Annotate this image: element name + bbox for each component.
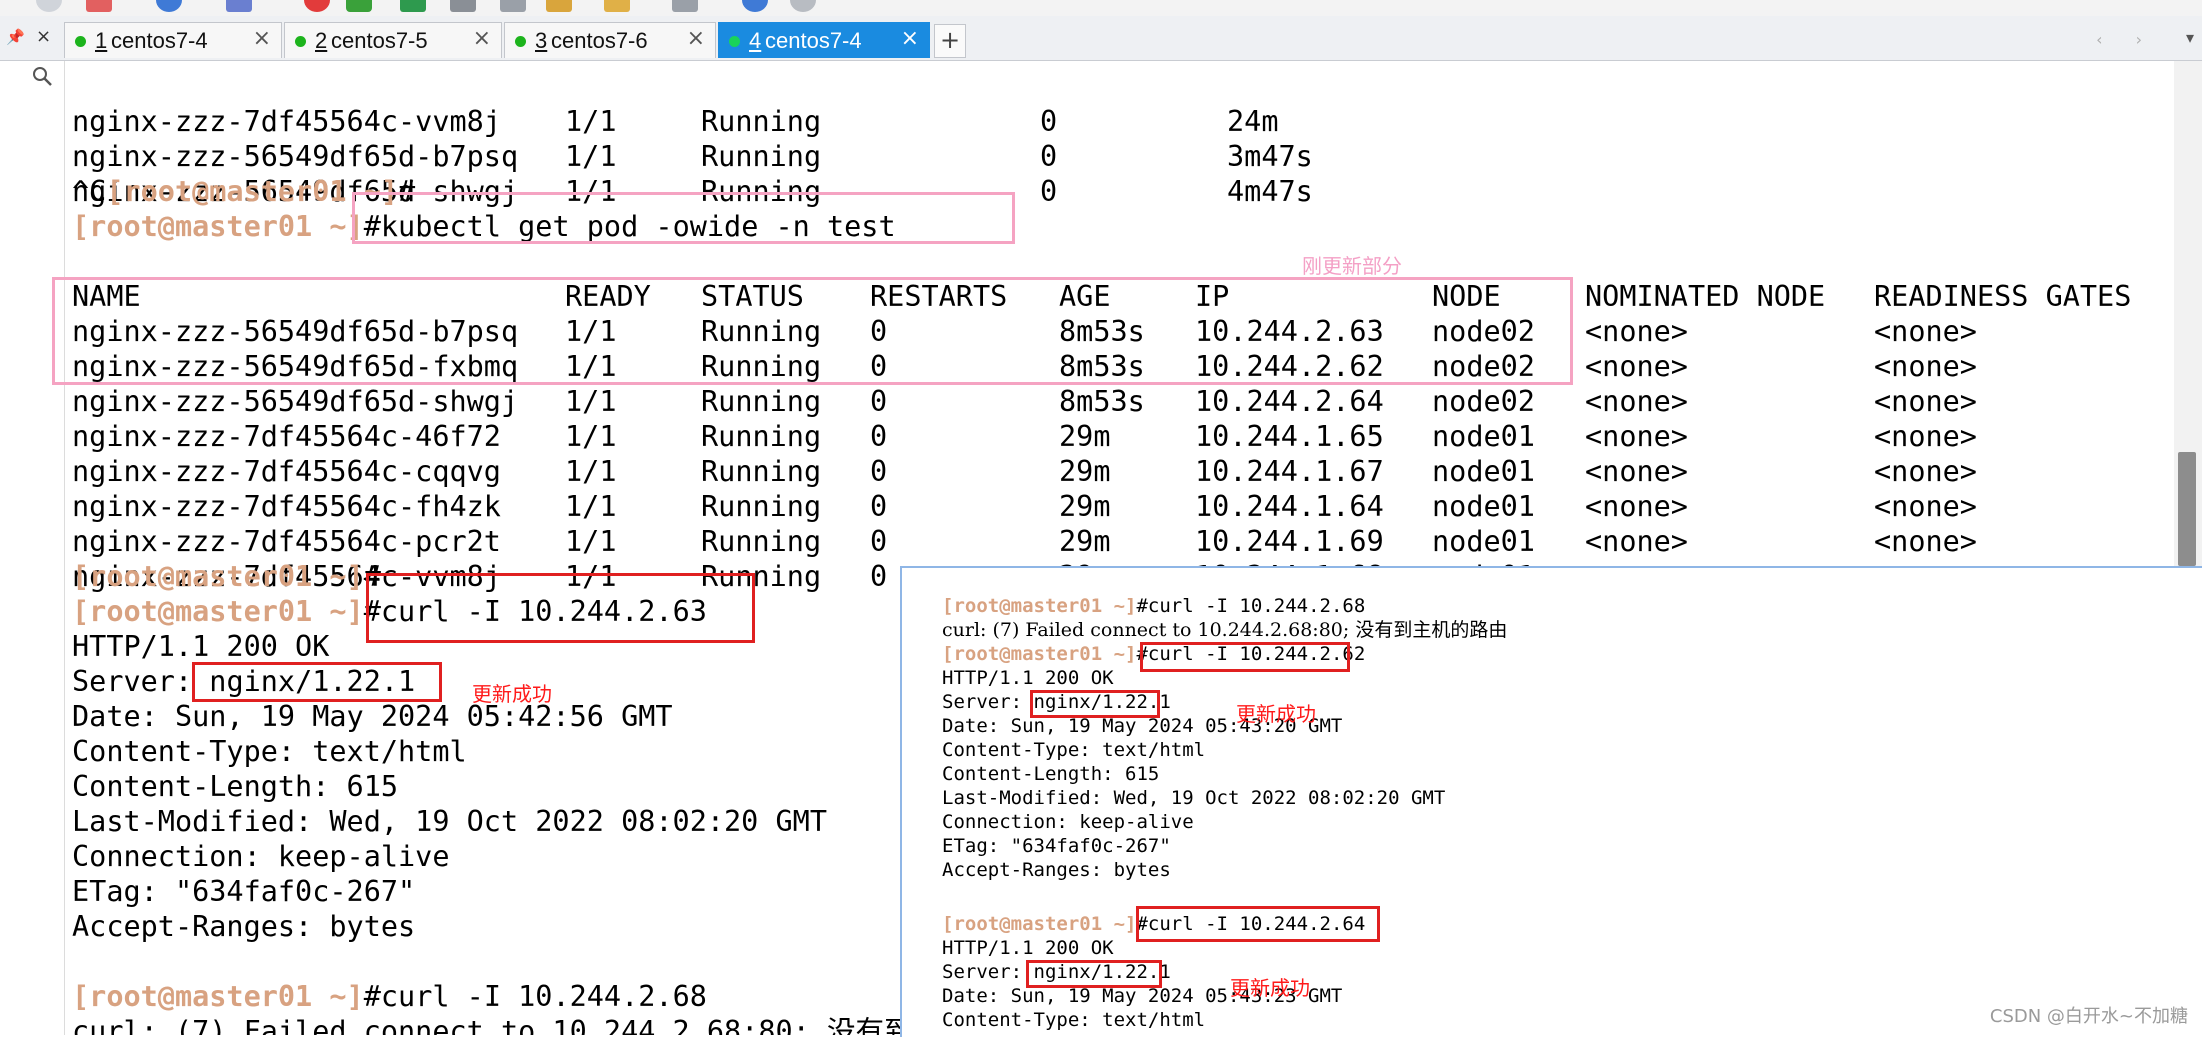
terminal-line: Connection: keep-alive: [72, 840, 450, 873]
highlight-get-command: [352, 192, 1015, 244]
tab-label: centos7-4: [765, 28, 862, 53]
update-success-note: 更新成功: [1236, 702, 1316, 726]
script-icon[interactable]: [604, 0, 630, 12]
keyboard-icon[interactable]: [500, 0, 526, 12]
tab-number: 3: [535, 28, 548, 53]
update-success-note: 更新成功: [472, 682, 552, 706]
terminal-line: [root@master01 ~]#curl -I 10.244.2.68: [72, 980, 707, 1013]
add-tab-button[interactable]: +: [934, 24, 966, 58]
terminal-line: Last-Modified: Wed, 19 Oct 2022 08:02:20…: [942, 787, 1446, 809]
highlight-curl63: [366, 573, 755, 643]
terminal-line: curl: (7) Failed connect to 10.244.2.68:…: [72, 1015, 913, 1035]
terminal-line: Content-Type: text/html: [942, 739, 1206, 761]
watermark: CSDN @白开水~不加糖: [1989, 1006, 2188, 1027]
terminal-line: Content-Length: 615: [72, 770, 399, 803]
terminal-line: HTTP/1.1 200 OK: [72, 630, 330, 663]
close-icon[interactable]: ×: [253, 26, 271, 51]
globe-icon[interactable]: [156, 0, 182, 12]
table-row: nginx-zzz-7df45564c-cqqvg 1/1 Running 0 29m 1…: [72, 455, 1977, 488]
close-icon[interactable]: ×: [687, 26, 705, 51]
status-dot-icon: [515, 36, 526, 47]
terminal-line: Content-Type: text/html: [942, 1009, 1206, 1031]
terminal-line: Content-Type: text/html: [72, 735, 467, 768]
table-row: nginx-zzz-7df45564c-46f72 1/1 Running 0 29m 1…: [72, 420, 1977, 453]
lock-icon[interactable]: [450, 0, 476, 12]
terminal-line: [root@master01 ~]#curl -I 10.244.2.68: [942, 595, 1366, 617]
terminal-line: Content-Length: 615: [942, 763, 1160, 785]
search-icon[interactable]: [32, 66, 52, 86]
terminal-line: curl: (7) Failed connect to 10.244.2.68:…: [942, 619, 1508, 641]
pin-icon[interactable]: 📌: [6, 28, 25, 46]
terminal-line: Accept-Ranges: bytes: [942, 859, 1171, 881]
compose-icon[interactable]: [546, 0, 572, 12]
tab-label: centos7-6: [551, 28, 648, 53]
close-icon[interactable]: ×: [901, 26, 919, 51]
terminal-line: nginx-zzz-7df45564c-vvm8j 1/1 Running 0 24m: [72, 105, 1279, 138]
terminal-line: nginx-zzz-56549df65d-b7psq 1/1 Running 0 3m4…: [72, 140, 1313, 173]
close-sidebar-icon[interactable]: ×: [36, 26, 51, 47]
highlight-curl64: [1136, 906, 1380, 942]
highlight-curl62: [1140, 642, 1350, 672]
tab-number: 2: [315, 28, 328, 53]
close-icon[interactable]: ×: [473, 26, 491, 51]
terminal-line: HTTP/1.1 200 OK: [942, 667, 1114, 689]
terminal-line: Accept-Ranges: bytes: [72, 910, 416, 943]
record-icon[interactable]: [304, 0, 330, 12]
table-header: NAME READY STATUS RESTARTS AGE IP NODE NOMINATE…: [72, 280, 2132, 313]
terminal-line: HTTP/1.1 200 OK: [942, 937, 1114, 959]
terminal-line: ETag: "634faf0c-267": [72, 875, 416, 908]
tab-scroll-arrows[interactable]: ‹ ›: [2096, 30, 2156, 49]
session-sidebar: [0, 61, 65, 1035]
highlight-updated-pods: [52, 277, 1573, 385]
terminal-line: nginx-zzz-56549df65d-shwgj 1/1 Running 0 4m4…: [72, 175, 1313, 208]
terminal-line: ETag: "634faf0c-267": [942, 835, 1171, 857]
terminal-line: Connection: keep-alive: [942, 811, 1194, 833]
terminal-line: Date: Sun, 19 May 2024 05:42:56 GMT: [72, 700, 673, 733]
chat-icon[interactable]: [790, 0, 816, 12]
xftp-icon[interactable]: [346, 0, 372, 12]
tab-session-1[interactable]: 1 centos7-4 ×: [64, 22, 282, 58]
search-icon[interactable]: [36, 0, 62, 12]
tab-label: centos7-5: [331, 28, 428, 53]
terminal-line: Last-Modified: Wed, 19 Oct 2022 08:02:20…: [72, 805, 827, 838]
layout-icon[interactable]: [672, 0, 698, 12]
table-row: nginx-zzz-7df45564c-fh4zk 1/1 Running 0 29m 1…: [72, 490, 1977, 523]
updated-part-note: 刚更新部分: [1302, 254, 1402, 278]
tab-number: 1: [95, 28, 108, 53]
highlight-server63: [192, 662, 442, 702]
tunnel-icon[interactable]: [400, 0, 426, 12]
tab-label: centos7-4: [111, 28, 208, 53]
terminal-line: [root@master01 ~]#: [72, 560, 381, 593]
tab-list-menu-icon[interactable]: ▾: [2186, 28, 2194, 47]
status-dot-icon: [75, 36, 86, 47]
tab-number: 4: [749, 28, 762, 53]
new-session-icon[interactable]: [86, 0, 112, 12]
table-row: nginx-zzz-7df45564c-vvm8j1/1Running029m1…: [72, 560, 1977, 593]
highlight-server64: [1026, 960, 1162, 988]
tab-session-3[interactable]: 3 centos7-6 ×: [504, 22, 716, 58]
overlay-terminal-screenshot: [root@master01 ~]#curl -I 10.244.2.68 cu…: [900, 566, 2202, 1037]
update-success-note: 更新成功: [1230, 976, 1310, 1000]
table-row: nginx-zzz-7df45564c-pcr2t 1/1 Running 0 29m 1…: [72, 525, 1977, 558]
scrollbar-thumb[interactable]: [2178, 452, 2196, 566]
tab-session-2[interactable]: 2 centos7-5 ×: [284, 22, 502, 58]
tab-bar: 📌 × 1 centos7-4 × 2 centos7-5 × 3 centos…: [0, 16, 2202, 61]
help-icon[interactable]: [742, 0, 768, 12]
tab-session-4[interactable]: 4 centos7-4 ×: [718, 22, 930, 58]
font-icon[interactable]: [226, 0, 252, 12]
status-dot-icon: [295, 36, 306, 47]
highlight-server62: [1030, 690, 1160, 718]
status-dot-icon: [729, 36, 740, 47]
toolbar: [0, 0, 2202, 16]
